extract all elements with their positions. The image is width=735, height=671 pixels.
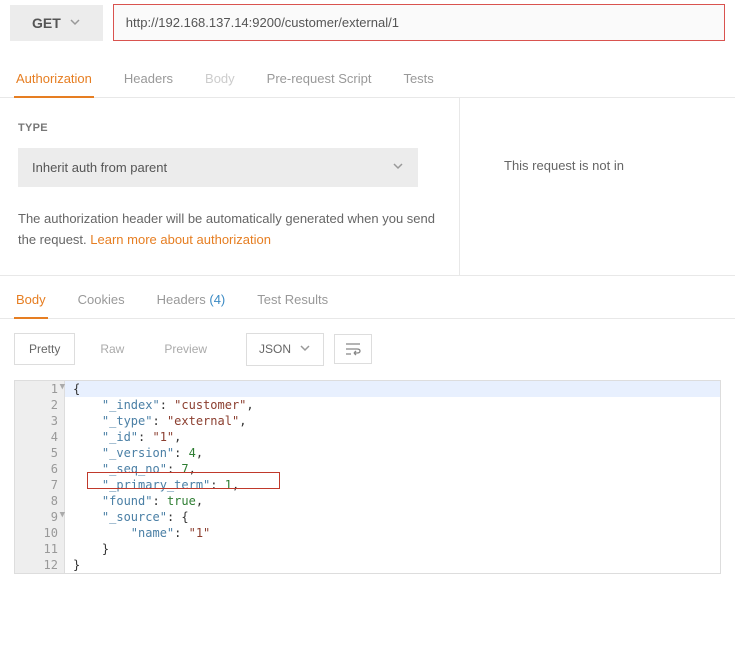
tab-response-cookies[interactable]: Cookies [76,292,127,318]
code-content: "found": true, [65,493,720,509]
fold-icon[interactable]: ▼ [60,382,65,392]
request-tabs: Authorization Headers Body Pre-request S… [0,51,735,98]
tab-tests[interactable]: Tests [401,71,435,97]
line-number: 1▼ [15,381,65,397]
auth-type-value: Inherit auth from parent [32,160,167,175]
tab-response-body[interactable]: Body [14,292,48,319]
chevron-down-icon [69,15,81,31]
code-line[interactable]: 5 "_version": 4, [15,445,720,461]
tab-headers[interactable]: Headers [122,71,175,97]
tab-response-testresults[interactable]: Test Results [255,292,330,318]
line-number: 3 [15,413,65,429]
code-content: "_primary_term": 1, [65,477,720,493]
pretty-button[interactable]: Pretty [14,333,75,365]
http-method-label: GET [32,15,61,31]
url-input[interactable] [113,4,725,41]
response-tabs: Body Cookies Headers (4) Test Results [0,276,735,319]
authorization-panel: TYPE Inherit auth from parent The author… [0,98,460,275]
code-content: } [65,541,720,557]
auth-type-select[interactable]: Inherit auth from parent [18,148,418,187]
chevron-down-icon [392,160,404,175]
code-content: "_index": "customer", [65,397,720,413]
line-number: 8 [15,493,65,509]
learn-more-link[interactable]: Learn more about authorization [90,232,271,247]
auth-description: The authorization header will be automat… [18,209,438,251]
line-number: 12 [15,557,65,573]
code-content: "_version": 4, [65,445,720,461]
line-number: 11 [15,541,65,557]
code-line[interactable]: 7 "_primary_term": 1, [15,477,720,493]
response-headers-label: Headers [157,292,206,307]
code-line[interactable]: 9▼ "_source": { [15,509,720,525]
code-content: "name": "1" [65,525,720,541]
tab-body[interactable]: Body [203,71,237,97]
format-select[interactable]: JSON [246,333,324,366]
line-number: 7 [15,477,65,493]
code-line[interactable]: 4 "_id": "1", [15,429,720,445]
http-method-select[interactable]: GET [10,5,103,41]
code-line[interactable]: 6 "_seq_no": 7, [15,461,720,477]
code-line[interactable]: 8 "found": true, [15,493,720,509]
code-line[interactable]: 2 "_index": "customer", [15,397,720,413]
line-number: 10 [15,525,65,541]
response-headers-count: (4) [209,292,225,307]
preview-button[interactable]: Preview [149,333,222,365]
line-number: 9▼ [15,509,65,525]
code-content: "_type": "external", [65,413,720,429]
tab-response-headers[interactable]: Headers (4) [155,292,228,318]
tab-authorization[interactable]: Authorization [14,71,94,98]
code-line[interactable]: 3 "_type": "external", [15,413,720,429]
raw-button[interactable]: Raw [85,333,139,365]
response-controls: Pretty Raw Preview JSON [0,319,735,380]
code-content: "_source": { [65,509,720,525]
inherit-info: This request is not in [460,98,735,275]
fold-icon[interactable]: ▼ [60,510,65,520]
code-line[interactable]: 11 } [15,541,720,557]
code-line[interactable]: 12} [15,557,720,573]
code-content: } [65,557,720,573]
code-content: "_id": "1", [65,429,720,445]
line-number: 6 [15,461,65,477]
auth-type-label: TYPE [18,122,441,134]
tab-prerequest[interactable]: Pre-request Script [265,71,374,97]
code-content: "_seq_no": 7, [65,461,720,477]
line-number: 4 [15,429,65,445]
code-line[interactable]: 10 "name": "1" [15,525,720,541]
chevron-down-icon [299,342,311,357]
response-code[interactable]: 1▼{2 "_index": "customer",3 "_type": "ex… [14,380,721,574]
wrap-lines-button[interactable] [334,334,372,364]
wrap-icon [345,342,361,356]
code-content: { [65,381,720,397]
format-value: JSON [259,342,291,356]
code-line[interactable]: 1▼{ [15,381,720,397]
line-number: 2 [15,397,65,413]
line-number: 5 [15,445,65,461]
